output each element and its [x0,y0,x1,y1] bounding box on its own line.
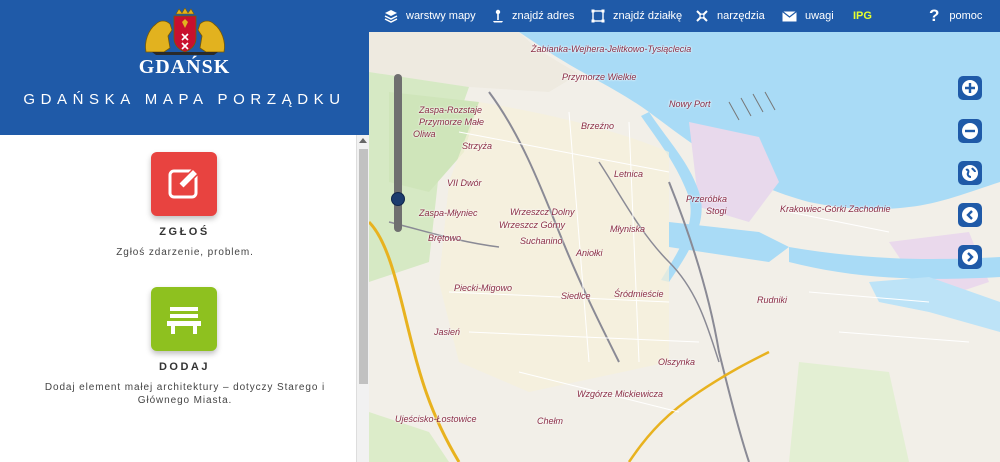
place-label: Zaspa-Młyniec [419,208,478,218]
gdansk-coat-of-arms-logo [145,8,225,55]
place-label: Przymorze Małe [419,117,485,127]
map-layers-label: warstwy mapy [406,10,476,22]
place-label: Aniołki [576,248,603,258]
previous-icon [962,207,978,223]
place-label: Jasień [434,327,461,337]
comments-button[interactable]: uwagi [782,0,834,32]
place-label: Stogi [706,206,727,216]
globe-icon [962,165,978,181]
find-plot-label: znajdź działkę [613,10,683,22]
place-label: Młyniska [610,224,646,234]
help-label: pomoc [949,10,983,22]
comments-label: uwagi [805,10,834,22]
next-extent-button[interactable] [958,245,982,269]
place-label: Brzeźno [581,121,615,131]
sidebar-scrollbar[interactable] [356,135,369,462]
map-view[interactable]: Żabianka-Wejhera-Jelitkowo-Tysiąclecia P… [369,32,1000,462]
map-canvas[interactable] [369,32,1000,462]
place-label: Chełm [537,416,564,426]
layers-icon [384,10,398,23]
find-plot-button[interactable]: znajdź działkę [591,0,682,32]
place-label: Letnica [614,169,644,179]
place-label: Suchanino [520,236,563,246]
help-button[interactable]: ? pomoc [929,0,982,32]
bench-icon [167,307,201,334]
add-description: Dodaj element małej architektury – dotyc… [44,382,326,406]
place-label: Zaspa-Rozstaje [419,105,483,115]
sidebar: GDAŃSK GDAŃSKA MAPA PORZĄDKU ZGŁOŚ Zgłoś… [0,0,369,462]
zoom-out-button[interactable] [958,119,982,143]
place-label: Piecki-Migowo [454,283,513,293]
ipg-link[interactable]: IPG [853,0,872,32]
place-label: Ujeścisko-Łostowice [395,414,477,424]
place-label: Wzgórze Mickiewicza [577,389,664,399]
app-window: GDAŃSK GDAŃSKA MAPA PORZĄDKU ZGŁOŚ Zgłoś… [0,0,1000,462]
place-label: Wrzeszcz Górny [499,220,566,230]
tools-label: narzędzia [717,10,765,22]
tools-icon [696,10,708,22]
brand-header: GDAŃSK GDAŃSKA MAPA PORZĄDKU [0,0,369,135]
ipg-label: IPG [853,10,872,22]
add-title: DODAJ [158,361,210,373]
report-button[interactable] [151,152,217,216]
plot-frame-icon [591,9,605,23]
location-pin-icon [493,9,503,23]
report-description: Zgłoś zdarzenie, problem. [116,247,254,258]
envelope-icon [782,10,797,21]
place-label: Śródmieście [614,289,664,299]
find-address-button[interactable]: znajdź adres [492,0,574,32]
map-layers-button[interactable]: warstwy mapy [384,0,476,32]
report-title: ZGŁOŚ [159,226,210,238]
zoom-in-icon [962,80,978,96]
zoom-out-icon [962,123,978,139]
place-label: Rudniki [757,295,788,305]
zoom-in-button[interactable] [958,76,982,100]
place-label: Siedlce [561,291,591,301]
zoom-slider[interactable] [394,74,402,232]
place-label: Krakowiec-Górki Zachodnie [780,204,891,214]
question-mark-icon: ? [929,6,940,25]
place-label: Oliwa [413,129,436,139]
place-label: Brętowo [428,233,462,243]
place-label: Nowy Port [669,99,711,109]
scroll-up-arrow-icon[interactable] [359,138,367,143]
place-label: Olszynka [658,357,696,367]
place-label: Przymorze Wielkie [562,72,637,82]
scrollbar-thumb[interactable] [359,149,368,384]
tools-button[interactable]: narzędzia [695,0,765,32]
edit-icon [168,167,200,199]
find-address-label: znajdź adres [512,10,575,22]
app-title: GDAŃSKA MAPA PORZĄDKU [23,91,346,108]
full-extent-button[interactable] [958,161,982,185]
city-name: GDAŃSK [138,56,231,78]
place-label: Strzyża [462,141,493,151]
place-label: Wrzeszcz Dolny [510,207,575,217]
previous-extent-button[interactable] [958,203,982,227]
place-label: VII Dwór [447,178,482,188]
top-toolbar: warstwy mapy znajdź adres znajdź działkę [369,0,1000,32]
add-element-button[interactable] [151,287,217,351]
place-label: Przeróbka [686,194,728,204]
place-label: Żabianka-Wejhera-Jelitkowo-Tysiąclecia [531,44,692,54]
zoom-slider-handle[interactable] [391,192,405,207]
next-icon [962,249,978,265]
